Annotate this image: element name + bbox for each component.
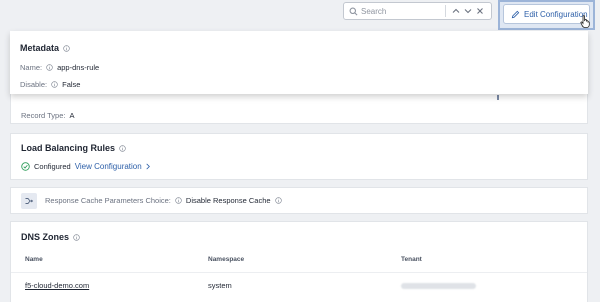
load-balancing-title-text: Load Balancing Rules — [21, 143, 116, 153]
metadata-title-text: Metadata — [20, 43, 60, 53]
search-box[interactable] — [343, 2, 492, 20]
search-separator — [445, 5, 446, 17]
pencil-icon — [511, 10, 520, 18]
zone-name-link[interactable]: f5-cloud-demo.com — [25, 281, 89, 290]
info-icon[interactable] — [119, 144, 126, 152]
table-row: f5-cloud-demo.com system — [11, 272, 587, 296]
metadata-title: Metadata — [20, 43, 70, 53]
load-balancing-status: Configured View Configuration — [21, 162, 151, 171]
search-input[interactable] — [361, 4, 441, 18]
search-icon — [349, 7, 358, 15]
metadata-popover: Metadata Name: app-dns-rule Disable: Fal… — [10, 31, 588, 94]
column-header-namespace: Namespace — [208, 256, 245, 263]
info-icon[interactable] — [274, 197, 282, 204]
load-balancing-card: Load Balancing Rules Configured View Con… — [10, 133, 588, 180]
record-type-value: A — [69, 111, 75, 120]
check-circle-icon — [21, 162, 30, 171]
view-configuration-link[interactable]: View Configuration — [75, 162, 151, 171]
merge-arrows-icon — [21, 192, 37, 209]
info-icon[interactable] — [51, 81, 58, 88]
metadata-name-row: Name: app-dns-rule — [20, 63, 99, 72]
load-balancing-title: Load Balancing Rules — [21, 143, 126, 153]
edit-configuration-label: Edit Configuration — [524, 9, 588, 19]
close-icon[interactable] — [474, 4, 486, 18]
view-configuration-label: View Configuration — [74, 162, 142, 171]
chevron-right-icon — [146, 163, 150, 170]
zone-namespace: system — [208, 281, 232, 290]
column-header-tenant: Tenant — [401, 256, 422, 263]
metadata-disable-row: Disable: False — [20, 80, 80, 89]
disable-label: Disable: — [20, 80, 48, 89]
info-icon[interactable] — [46, 64, 53, 71]
response-cache-value: Disable Response Cache — [185, 196, 271, 205]
configured-status: Configured — [34, 162, 71, 171]
edit-configuration-button[interactable]: Edit Configuration — [503, 4, 590, 24]
scroll-indicator — [497, 95, 499, 100]
hand-cursor-icon — [580, 15, 590, 28]
response-cache-row: Response Cache Parameters Choice: Disabl… — [45, 196, 282, 205]
column-header-name: Name — [25, 256, 43, 263]
zone-tenant-redacted — [401, 283, 476, 289]
dns-zones-card: DNS Zones Name Namespace Tenant f5-cloud… — [10, 221, 588, 302]
response-cache-label: Response Cache Parameters Choice: — [45, 196, 171, 205]
toolbar: Edit Configuration — [0, 0, 600, 30]
name-value: app-dns-rule — [57, 63, 100, 72]
name-label: Name: — [20, 63, 43, 72]
record-type-row: Record Type: A — [21, 111, 75, 120]
chevron-up-icon[interactable] — [450, 4, 462, 18]
edit-configuration-highlight: Edit Configuration — [498, 0, 595, 30]
info-icon[interactable] — [63, 44, 70, 52]
record-type-label: Record Type: — [21, 111, 66, 120]
info-icon[interactable] — [175, 197, 182, 204]
response-cache-card: Response Cache Parameters Choice: Disabl… — [10, 187, 588, 214]
info-icon[interactable] — [73, 233, 80, 241]
record-type-card: Record Type: A — [10, 90, 588, 124]
disable-value: False — [62, 80, 81, 89]
dns-zones-title: DNS Zones — [21, 232, 80, 242]
dns-zones-title-text: DNS Zones — [21, 232, 70, 242]
chevron-down-icon[interactable] — [462, 4, 474, 18]
